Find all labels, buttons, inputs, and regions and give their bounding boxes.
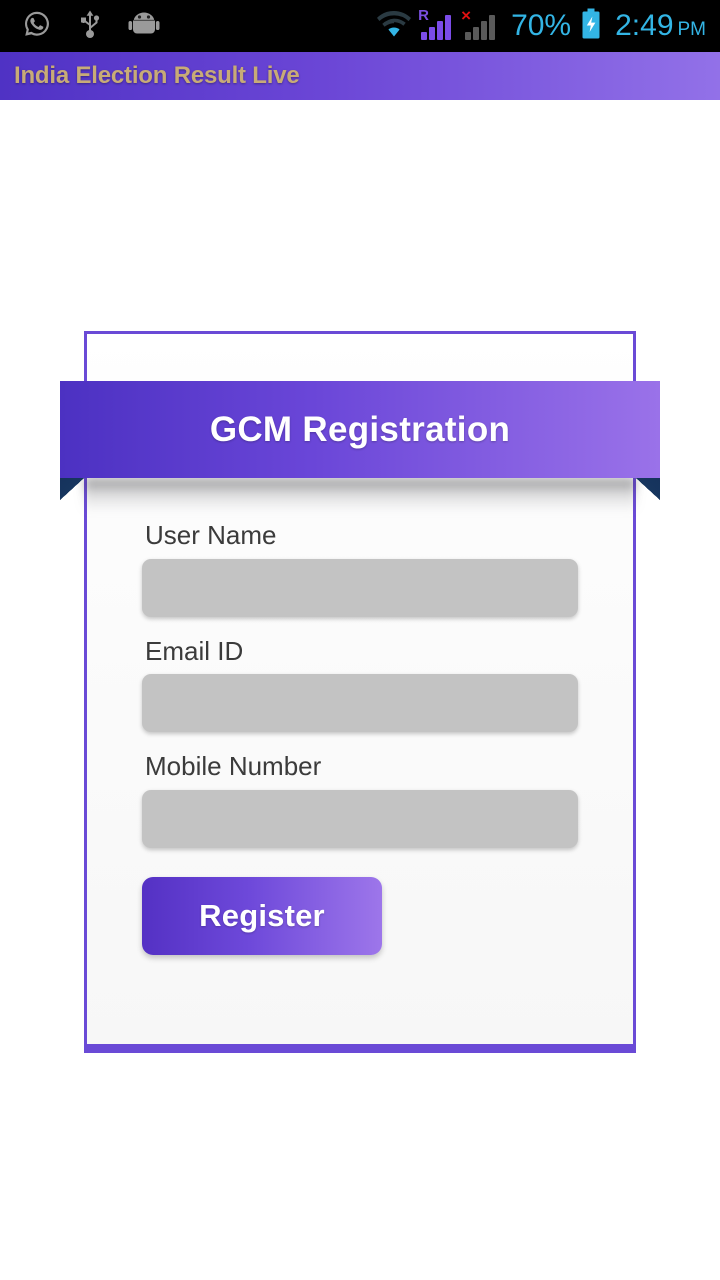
sim2-signal-icon: × — [461, 7, 496, 40]
app-bar: India Election Result Live — [0, 52, 720, 100]
whatsapp-icon — [22, 9, 52, 44]
field-user-name: User Name — [142, 521, 578, 617]
usb-icon — [78, 9, 102, 44]
field-label-mobile-number: Mobile Number — [145, 751, 322, 782]
status-bar-left-icons — [0, 9, 160, 44]
field-label-user-name: User Name — [145, 520, 277, 550]
ribbon-fold-left — [60, 478, 84, 500]
battery-percent-label: 70% — [511, 9, 572, 42]
roaming-indicator: R — [418, 7, 429, 24]
app-title: India Election Result Live — [14, 62, 300, 89]
registration-form: User Name Email ID Mobile Number Registe… — [87, 521, 633, 955]
sim1-signal-icon: R — [418, 8, 452, 40]
android-robot-icon — [128, 11, 160, 42]
wifi-icon — [375, 9, 413, 44]
submit-row: Register — [142, 876, 578, 955]
field-mobile-number: Mobile Number — [142, 752, 578, 848]
email-id-input[interactable] — [142, 674, 578, 733]
ribbon-fold-right — [636, 478, 660, 500]
card-title: GCM Registration — [209, 409, 511, 449]
status-bar-right-icons: R × 70% 2:49 PM — [375, 7, 720, 45]
status-bar[interactable]: R × 70% 2:49 PM — [0, 0, 720, 52]
clock-time: 2:49 — [615, 9, 674, 42]
mobile-number-input[interactable] — [142, 789, 578, 848]
clock: 2:49 PM — [615, 11, 706, 41]
battery-charging-icon — [581, 8, 601, 45]
register-button[interactable]: Register — [142, 876, 382, 955]
no-service-x-icon: × — [461, 6, 471, 25]
clock-ampm: PM — [677, 19, 707, 40]
user-name-input[interactable] — [142, 558, 578, 617]
field-label-email-id: Email ID — [145, 635, 244, 666]
ribbon-inner-shadow — [87, 475, 633, 521]
card-ribbon-header: GCM Registration — [60, 381, 660, 478]
field-email-id: Email ID — [142, 635, 578, 733]
